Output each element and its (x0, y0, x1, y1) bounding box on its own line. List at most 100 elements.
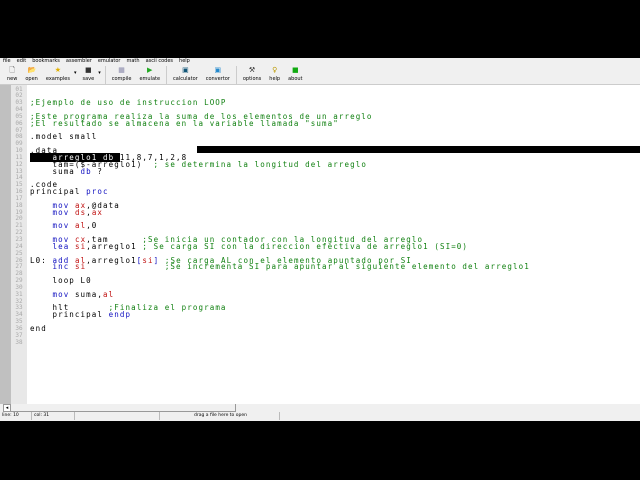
menu-emulator[interactable]: emulator (95, 58, 124, 65)
button-label: examples (45, 76, 70, 82)
code-token: loop L0 (30, 276, 92, 286)
render-artifact-bar (197, 146, 640, 153)
status-col: col: 31 (32, 412, 75, 420)
menu-file[interactable]: file (0, 58, 14, 65)
button-label: save (82, 76, 95, 82)
button-label: calculator (173, 76, 198, 82)
code-line[interactable]: inc si ;Se incrementa SI para apuntar al… (30, 262, 530, 272)
menu-ascii-codes[interactable]: ascii codes (143, 58, 176, 65)
code-token: ds (74, 207, 87, 217)
calculator-icon: ▣ (182, 66, 189, 74)
floppy-icon: ■ (85, 66, 92, 74)
code-line[interactable]: lea si,arreglo1 ; Se carga SI con la dir… (30, 241, 469, 251)
code-line[interactable]: ;El resultado se almacena en la variable… (30, 118, 339, 128)
code-token: ; Se carga SI con la direccion efectiva … (142, 241, 469, 251)
dropdown-arrow-icon[interactable]: ▾ (98, 70, 101, 76)
status-bar: line: 10 col: 31 drag a file here to ope… (0, 412, 640, 421)
button-label: compile (111, 76, 132, 82)
toolbar-separator (166, 66, 168, 84)
code-line[interactable]: ;Ejemplo de uso de instruccion LOOP (30, 98, 227, 108)
examples-button[interactable]: ★ examples (42, 65, 74, 82)
menu-bookmarks[interactable]: bookmarks (29, 58, 63, 65)
code-line[interactable]: suma db ? (30, 166, 104, 176)
status-empty (75, 412, 160, 420)
toolbar-separator (235, 66, 237, 84)
dropdown-arrow-icon[interactable]: ▾ (74, 70, 77, 76)
code-token: al (103, 289, 115, 299)
code-token: end (30, 323, 47, 333)
code-token: principal (30, 187, 87, 197)
menu-math[interactable]: math (124, 58, 143, 65)
code-token: suma (30, 166, 81, 176)
code-token: ax (91, 207, 104, 217)
button-label: emulate (139, 76, 161, 82)
code-token: inc (52, 262, 70, 272)
code-line[interactable]: mov ds,ax (30, 207, 104, 217)
tools-icon: ⚒ (248, 66, 256, 74)
code-token: ,0 (86, 221, 98, 231)
code-line[interactable]: mov suma,al (30, 289, 115, 299)
button-label: options (242, 76, 262, 82)
about-button[interactable]: ■ about (284, 65, 306, 82)
scroll-left-button[interactable]: ◂ (3, 404, 11, 412)
code-line[interactable]: mov al,0 (30, 221, 98, 231)
code-token: ;Se incrementa SI para apuntar al siguie… (164, 262, 530, 272)
open-button[interactable]: 📂 open (21, 65, 41, 82)
line-number: 38 (15, 338, 23, 346)
code-line[interactable]: principal endp (30, 310, 132, 320)
menu-edit[interactable]: edit (14, 58, 30, 65)
help-key-icon: ♀ (272, 66, 278, 74)
horizontal-scrollbar[interactable]: ◂ (0, 404, 640, 412)
status-line: line: 10 (0, 412, 32, 420)
star-icon: ★ (54, 66, 62, 74)
code-token: si (74, 262, 87, 272)
code-line[interactable]: .model small (30, 132, 98, 142)
code-line[interactable]: end (30, 323, 47, 333)
status-hint: drag a file here to open (160, 412, 280, 420)
code-token: mov (52, 221, 70, 231)
editor-margin (0, 85, 11, 404)
scroll-track[interactable] (11, 404, 236, 412)
line-number-gutter: 01 02 03 04 05 06 07 08 09 10 11 12 13 14 15 16 17 18 19 20… (11, 85, 27, 404)
calculator-button[interactable]: ▣ calculator (169, 65, 202, 82)
convertor-button[interactable]: ▣ convertor (202, 65, 234, 82)
code-token: suma, (69, 289, 104, 299)
code-editor[interactable]: 01 02 03 04 05 06 07 08 09 10 11 12 13 14 15 16 17 18 19 20… (0, 85, 640, 404)
button-label: new (7, 76, 18, 82)
button-label: convertor (205, 76, 230, 82)
button-label: about (288, 76, 303, 82)
emulate-button[interactable]: ▶ emulate (135, 65, 164, 82)
code-token: endp (108, 310, 132, 320)
toolbar-separator (104, 66, 106, 84)
code-token: principal (30, 310, 109, 320)
toolbar: 🗋 new 📂 open ★ examples ▾ ■ save ▾ ▦ compile ▶ emulat… (0, 65, 640, 85)
new-button[interactable]: 🗋 new (3, 65, 21, 82)
compile-button[interactable]: ▦ compile (108, 65, 136, 82)
code-token: ; se determina la longitud del arreglo (153, 159, 367, 169)
help-button[interactable]: ♀ help (265, 65, 284, 82)
code-token: proc (86, 187, 109, 197)
code-line[interactable]: principal proc (30, 187, 109, 197)
code-token: ? (91, 166, 104, 176)
button-label: open (25, 76, 38, 82)
code-token: mov (52, 207, 70, 217)
options-button[interactable]: ⚒ options (239, 65, 265, 82)
save-button[interactable]: ■ save (78, 65, 98, 82)
menu-assembler[interactable]: assembler (63, 58, 95, 65)
menu-help[interactable]: help (176, 58, 193, 65)
play-icon: ▶ (147, 66, 153, 74)
open-folder-icon: 📂 (27, 66, 37, 74)
button-label: help (269, 76, 281, 82)
code-token: ;El resultado se almacena en la variable… (30, 118, 339, 128)
code-token: ;Ejemplo de uso de instruccion LOOP (30, 98, 227, 108)
code-token: .model small (30, 132, 98, 142)
code-token: si (74, 241, 87, 251)
menu-bar: file edit bookmarks assembler emulator math as… (0, 58, 640, 65)
code-line[interactable]: loop L0 (30, 276, 92, 286)
new-file-icon: 🗋 (9, 66, 15, 74)
